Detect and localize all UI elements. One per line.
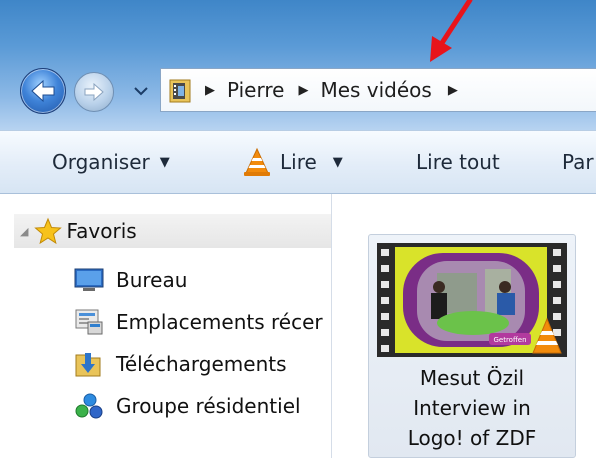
- nav-item-recent-places[interactable]: Emplacements récer: [74, 304, 323, 340]
- video-thumbnail: Getroffen: [377, 243, 567, 357]
- organize-label: Organiser: [52, 150, 150, 174]
- nav-item-downloads[interactable]: Téléchargements: [74, 346, 287, 382]
- nav-item-homegroup[interactable]: Groupe résidentiel: [74, 388, 301, 424]
- command-bar: Organiser ▼ Lire ▼ Lire tout Par: [0, 130, 596, 194]
- file-list-pane: Getroffen Mesut Özil Interview in Logo! …: [332, 194, 596, 458]
- file-name: Mesut Özil Interview in Logo! of ZDF: [369, 363, 575, 453]
- nav-item-label: Bureau: [116, 268, 188, 292]
- play-label: Lire: [280, 150, 317, 174]
- breadcrumb-pierre[interactable]: Pierre: [227, 78, 284, 102]
- expand-triangle-icon[interactable]: ◢: [20, 225, 28, 238]
- back-button[interactable]: [20, 68, 66, 114]
- breadcrumb-separator-icon[interactable]: ▶: [205, 83, 215, 98]
- nav-item-label: Téléchargements: [116, 352, 287, 376]
- nav-item-desktop[interactable]: Bureau: [74, 262, 187, 298]
- video-folder-icon: [169, 79, 191, 103]
- caret-down-icon[interactable]: ▼: [333, 155, 343, 170]
- breadcrumb-mes-videos[interactable]: Mes vidéos: [320, 78, 431, 102]
- downloads-icon: [75, 353, 101, 377]
- recent-places-icon: [75, 309, 103, 335]
- caret-down-icon: ▼: [159, 154, 170, 170]
- star-icon: [34, 217, 63, 245]
- favorites-label: Favoris: [66, 219, 137, 243]
- play-all-button[interactable]: Lire tout: [416, 131, 500, 193]
- breadcrumb-separator-icon[interactable]: ▶: [298, 83, 308, 98]
- annotation-arrow-icon: [430, 0, 473, 62]
- desktop-icon: [74, 268, 104, 291]
- file-name-line: Logo! of ZDF: [407, 426, 537, 450]
- favorites-node[interactable]: ◢ Favoris: [14, 214, 331, 248]
- breadcrumb-separator-icon[interactable]: ▶: [448, 83, 458, 98]
- arrow-right-icon: [84, 82, 104, 102]
- thumbnail-caption: Getroffen: [493, 336, 526, 344]
- vlc-cone-icon: [244, 147, 270, 176]
- breadcrumb: ▶ Pierre ▶ Mes vidéos ▶: [205, 69, 470, 111]
- toolbar-overflow-label: Par: [562, 150, 594, 174]
- file-name-line: Interview in: [413, 396, 531, 420]
- toolbar-overflow-button[interactable]: Par: [562, 131, 594, 193]
- recent-pages-dropdown[interactable]: [132, 82, 150, 100]
- navigation-pane: ◢ Favoris Bureau Emplacements récer Télé…: [0, 194, 332, 458]
- forward-button[interactable]: [74, 72, 114, 112]
- video-file-item[interactable]: Getroffen Mesut Özil Interview in Logo! …: [368, 234, 576, 458]
- homegroup-icon: [75, 393, 103, 419]
- play-all-label: Lire tout: [416, 150, 500, 174]
- file-name-line: Mesut Özil: [419, 366, 525, 390]
- arrow-left-icon: [31, 79, 55, 103]
- nav-item-label: Groupe résidentiel: [116, 394, 301, 418]
- address-bar[interactable]: ▶ Pierre ▶ Mes vidéos ▶: [160, 68, 596, 112]
- nav-item-label: Emplacements récer: [116, 310, 323, 334]
- organize-button[interactable]: Organiser ▼: [52, 131, 170, 193]
- play-button[interactable]: Lire ▼: [242, 131, 343, 193]
